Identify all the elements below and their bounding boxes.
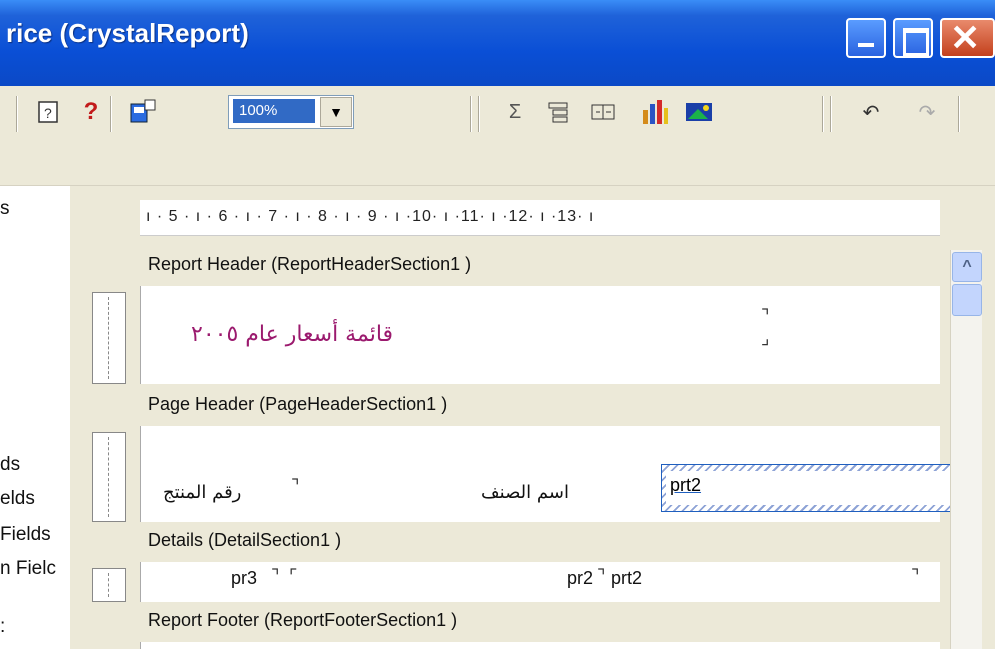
field-bracket: ⌝: [271, 566, 280, 586]
list-item[interactable]: n Fielc: [0, 558, 56, 580]
details-field-pr2[interactable]: pr2: [567, 568, 593, 589]
toolbar-separator: [110, 96, 112, 132]
svg-text:?: ?: [44, 105, 52, 121]
minimize-button[interactable]: [846, 18, 886, 58]
title-bar: rice (CrystalReport) ✕: [0, 0, 995, 86]
report-header-section[interactable]: قائمة أسعار عام ٢٠٠٥ ⌝ ⌟: [140, 286, 940, 384]
scroll-up-icon[interactable]: ^: [952, 252, 982, 282]
chevron-down-icon[interactable]: ▼: [320, 97, 352, 127]
list-item[interactable]: elds: [0, 488, 35, 510]
section-gutter: [92, 292, 126, 384]
toolbar-separator: [470, 96, 472, 132]
field-bracket: ⌜: [289, 566, 298, 586]
field-bracket: ⌝: [597, 566, 606, 586]
image-icon[interactable]: [684, 97, 714, 127]
details-field-prt2[interactable]: prt2: [611, 568, 642, 589]
section-header-report-header[interactable]: Report Header (ReportHeaderSection1 ): [142, 250, 477, 280]
field-bracket: ⌝: [911, 566, 920, 586]
help-question-icon[interactable]: ?: [76, 97, 106, 127]
page-header-section[interactable]: رقم المنتج ⌝ اسم الصنف prt2: [140, 426, 973, 522]
column-header-product-no[interactable]: رقم المنتج: [163, 482, 241, 503]
report-designer: ı · 5 · ı · 6 · ı · 7 · ı · 8 · ı · 9 · …: [92, 186, 973, 649]
field-bracket: ⌝: [761, 306, 770, 326]
list-item[interactable]: ds: [0, 454, 20, 476]
undo-icon[interactable]: ↶: [856, 97, 886, 127]
section-header-details[interactable]: Details (DetailSection1 ): [142, 526, 347, 556]
group-tree-icon[interactable]: [544, 97, 574, 127]
redo-icon[interactable]: ↷: [912, 97, 942, 127]
close-icon: ✕: [950, 17, 981, 58]
zoom-value: 100%: [233, 99, 315, 123]
toolbar-separator: [958, 96, 960, 132]
window-title: rice (CrystalReport): [6, 18, 249, 48]
toolbar-separator: [478, 96, 480, 132]
field-bracket: ⌟: [761, 328, 770, 348]
section-gutter: [92, 568, 126, 602]
maximize-button[interactable]: [893, 18, 933, 58]
scroll-thumb[interactable]: [952, 284, 982, 316]
section-gutter: [92, 432, 126, 522]
column-header-item-name[interactable]: اسم الصنف: [481, 482, 569, 503]
section-header-report-footer[interactable]: Report Footer (ReportFooterSection1 ): [142, 606, 463, 636]
close-button[interactable]: ✕: [940, 17, 995, 58]
field-bracket: ⌝: [291, 476, 300, 496]
chart-icon[interactable]: [640, 97, 670, 127]
toolbar-separator: [16, 96, 18, 132]
toolbar-separator: [830, 96, 832, 132]
details-section[interactable]: pr3 ⌝ ⌜ pr2 ⌝ prt2 ⌝: [140, 562, 940, 602]
toolbar-separator: [822, 96, 824, 132]
field-explorer-panel: s ds elds Fields n Fielc :: [0, 186, 70, 649]
sum-icon[interactable]: Σ: [500, 97, 530, 127]
insert-group-icon[interactable]: [588, 97, 618, 127]
list-item[interactable]: :: [0, 616, 5, 638]
details-field-pr3[interactable]: pr3: [231, 568, 257, 589]
section-header-page-header[interactable]: Page Header (PageHeaderSection1 ): [142, 390, 453, 420]
help-book-icon[interactable]: ?: [34, 97, 64, 127]
splitter[interactable]: [70, 186, 92, 649]
report-title-text[interactable]: قائمة أسعار عام ٢٠٠٥: [191, 322, 393, 347]
horizontal-ruler: ı · 5 · ı · 6 · ı · 7 · ı · 8 · ı · 9 · …: [140, 200, 940, 236]
field-explorer-icon[interactable]: [128, 97, 158, 127]
selected-field-object[interactable]: prt2: [661, 464, 973, 512]
zoom-select[interactable]: 100% ▼: [228, 95, 354, 129]
selected-field-text: prt2: [666, 471, 968, 505]
list-item[interactable]: s: [0, 198, 10, 220]
vertical-scrollbar[interactable]: ^: [950, 250, 982, 649]
report-footer-section[interactable]: [140, 642, 940, 649]
list-item[interactable]: Fields: [0, 524, 51, 546]
